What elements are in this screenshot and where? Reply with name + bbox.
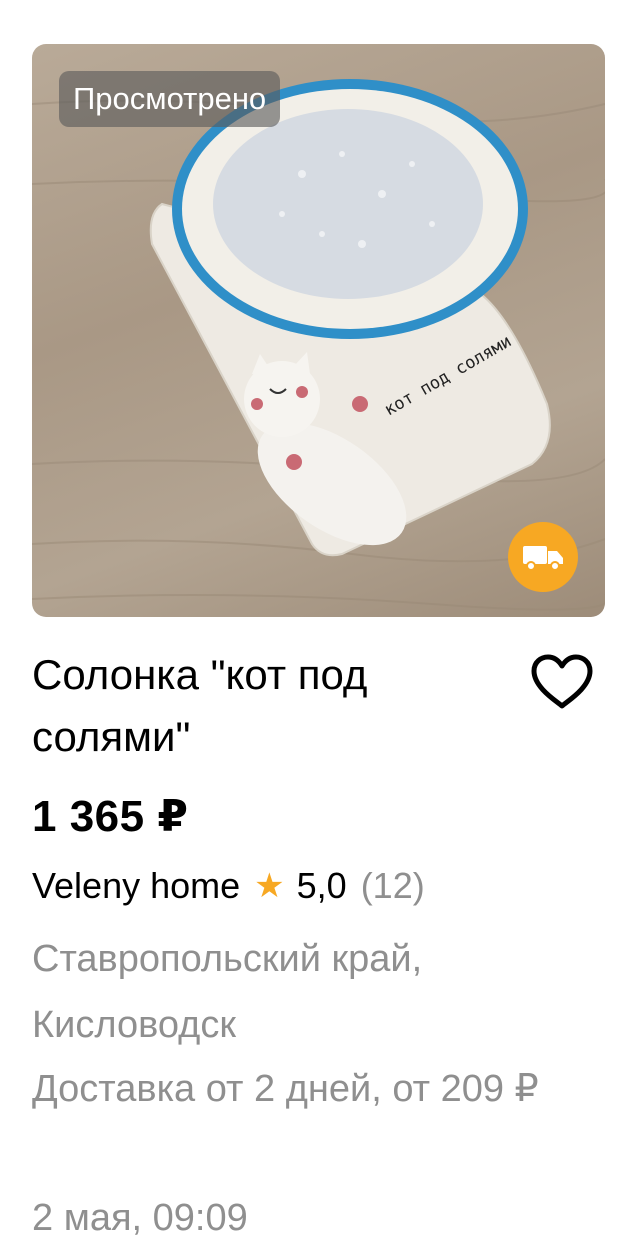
viewed-badge: Просмотрено xyxy=(59,71,281,127)
star-icon: ★ xyxy=(254,867,285,905)
listing-date: 2 мая, 09:09 xyxy=(32,1197,248,1239)
listing-card[interactable]: кот под солями Просмотрено Солонка "кот … xyxy=(0,0,640,1256)
listing-location: Ставропольский край, Кисловодск xyxy=(32,938,423,1046)
seller-info[interactable]: Veleny home ★ 5,0 (12) xyxy=(32,858,425,914)
delivery-info: Доставка от 2 дней, от 209 ₽ xyxy=(32,1068,539,1110)
truck-icon xyxy=(523,546,563,571)
listing-price: 1 365 ₽ xyxy=(32,792,189,841)
favorite-button[interactable] xyxy=(526,651,598,713)
seller-name[interactable]: Veleny home xyxy=(32,858,240,914)
delivery-badge xyxy=(508,522,578,592)
heart-icon xyxy=(531,654,593,709)
listing-title[interactable]: Солонка "кот под солями" xyxy=(32,644,512,768)
seller-reviews-count: (12) xyxy=(360,865,425,906)
seller-rating: 5,0 xyxy=(296,865,347,906)
